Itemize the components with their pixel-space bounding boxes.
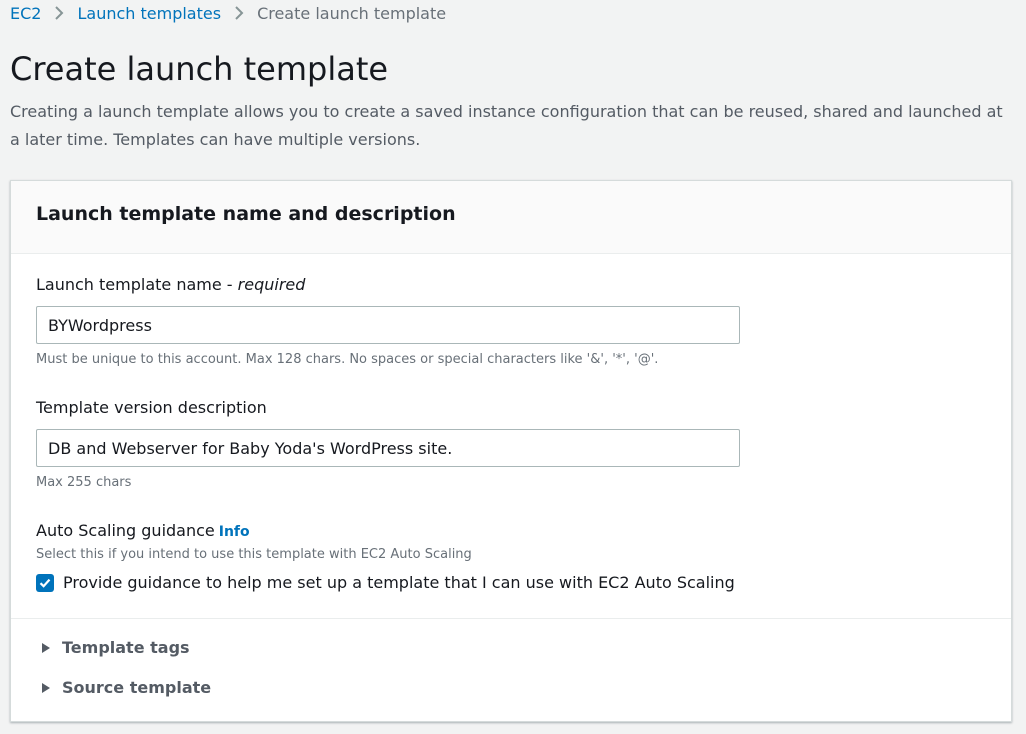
- auto-scaling-guidance-label-text: Auto Scaling guidance: [36, 521, 215, 540]
- checkmark-icon: [39, 578, 51, 588]
- source-template-label[interactable]: Source template: [62, 678, 211, 697]
- template-tags-label[interactable]: Template tags: [62, 638, 190, 657]
- panel-title: Launch template name and description: [36, 203, 456, 225]
- template-name-input[interactable]: [36, 306, 740, 344]
- auto-scaling-checkbox-row: Provide guidance to help me set up a tem…: [36, 573, 735, 592]
- breadcrumb: EC2 Launch templates Create launch templ…: [10, 2, 446, 24]
- template-version-description-input[interactable]: [36, 429, 740, 467]
- template-version-description-hint: Max 255 chars: [36, 475, 132, 490]
- required-marker: required: [237, 275, 306, 294]
- auto-scaling-checkbox-label[interactable]: Provide guidance to help me set up a tem…: [63, 573, 735, 592]
- chevron-right-icon: [41, 2, 77, 24]
- source-template-expander[interactable]: Source template: [41, 678, 211, 697]
- panel-header: Launch template name and description: [11, 181, 1011, 254]
- page-title: Create launch template: [10, 50, 389, 88]
- caret-right-icon: [42, 642, 50, 653]
- template-tags-expander[interactable]: Template tags: [41, 638, 190, 657]
- template-name-label: Launch template name - required: [36, 275, 305, 294]
- section-divider: [11, 618, 1011, 619]
- caret-right-icon: [42, 682, 50, 693]
- auto-scaling-guidance-label: Auto Scaling guidance Info: [36, 521, 250, 540]
- page-description: Creating a launch template allows you to…: [10, 102, 1003, 149]
- template-name-label-text: Launch template name -: [36, 275, 238, 294]
- auto-scaling-hint: Select this if you intend to use this te…: [36, 547, 472, 562]
- chevron-right-icon: [221, 2, 257, 24]
- auto-scaling-info-link[interactable]: Info: [219, 524, 250, 540]
- breadcrumb-launch-templates-link[interactable]: Launch templates: [77, 4, 221, 23]
- breadcrumb-ec2-link[interactable]: EC2: [10, 4, 41, 23]
- auto-scaling-checkbox[interactable]: [36, 573, 54, 592]
- template-name-hint: Must be unique to this account. Max 128 …: [36, 352, 659, 367]
- launch-template-panel: Launch template name and description Lau…: [10, 180, 1012, 722]
- template-version-description-label: Template version description: [36, 398, 267, 417]
- breadcrumb-current-page: Create launch template: [257, 3, 447, 23]
